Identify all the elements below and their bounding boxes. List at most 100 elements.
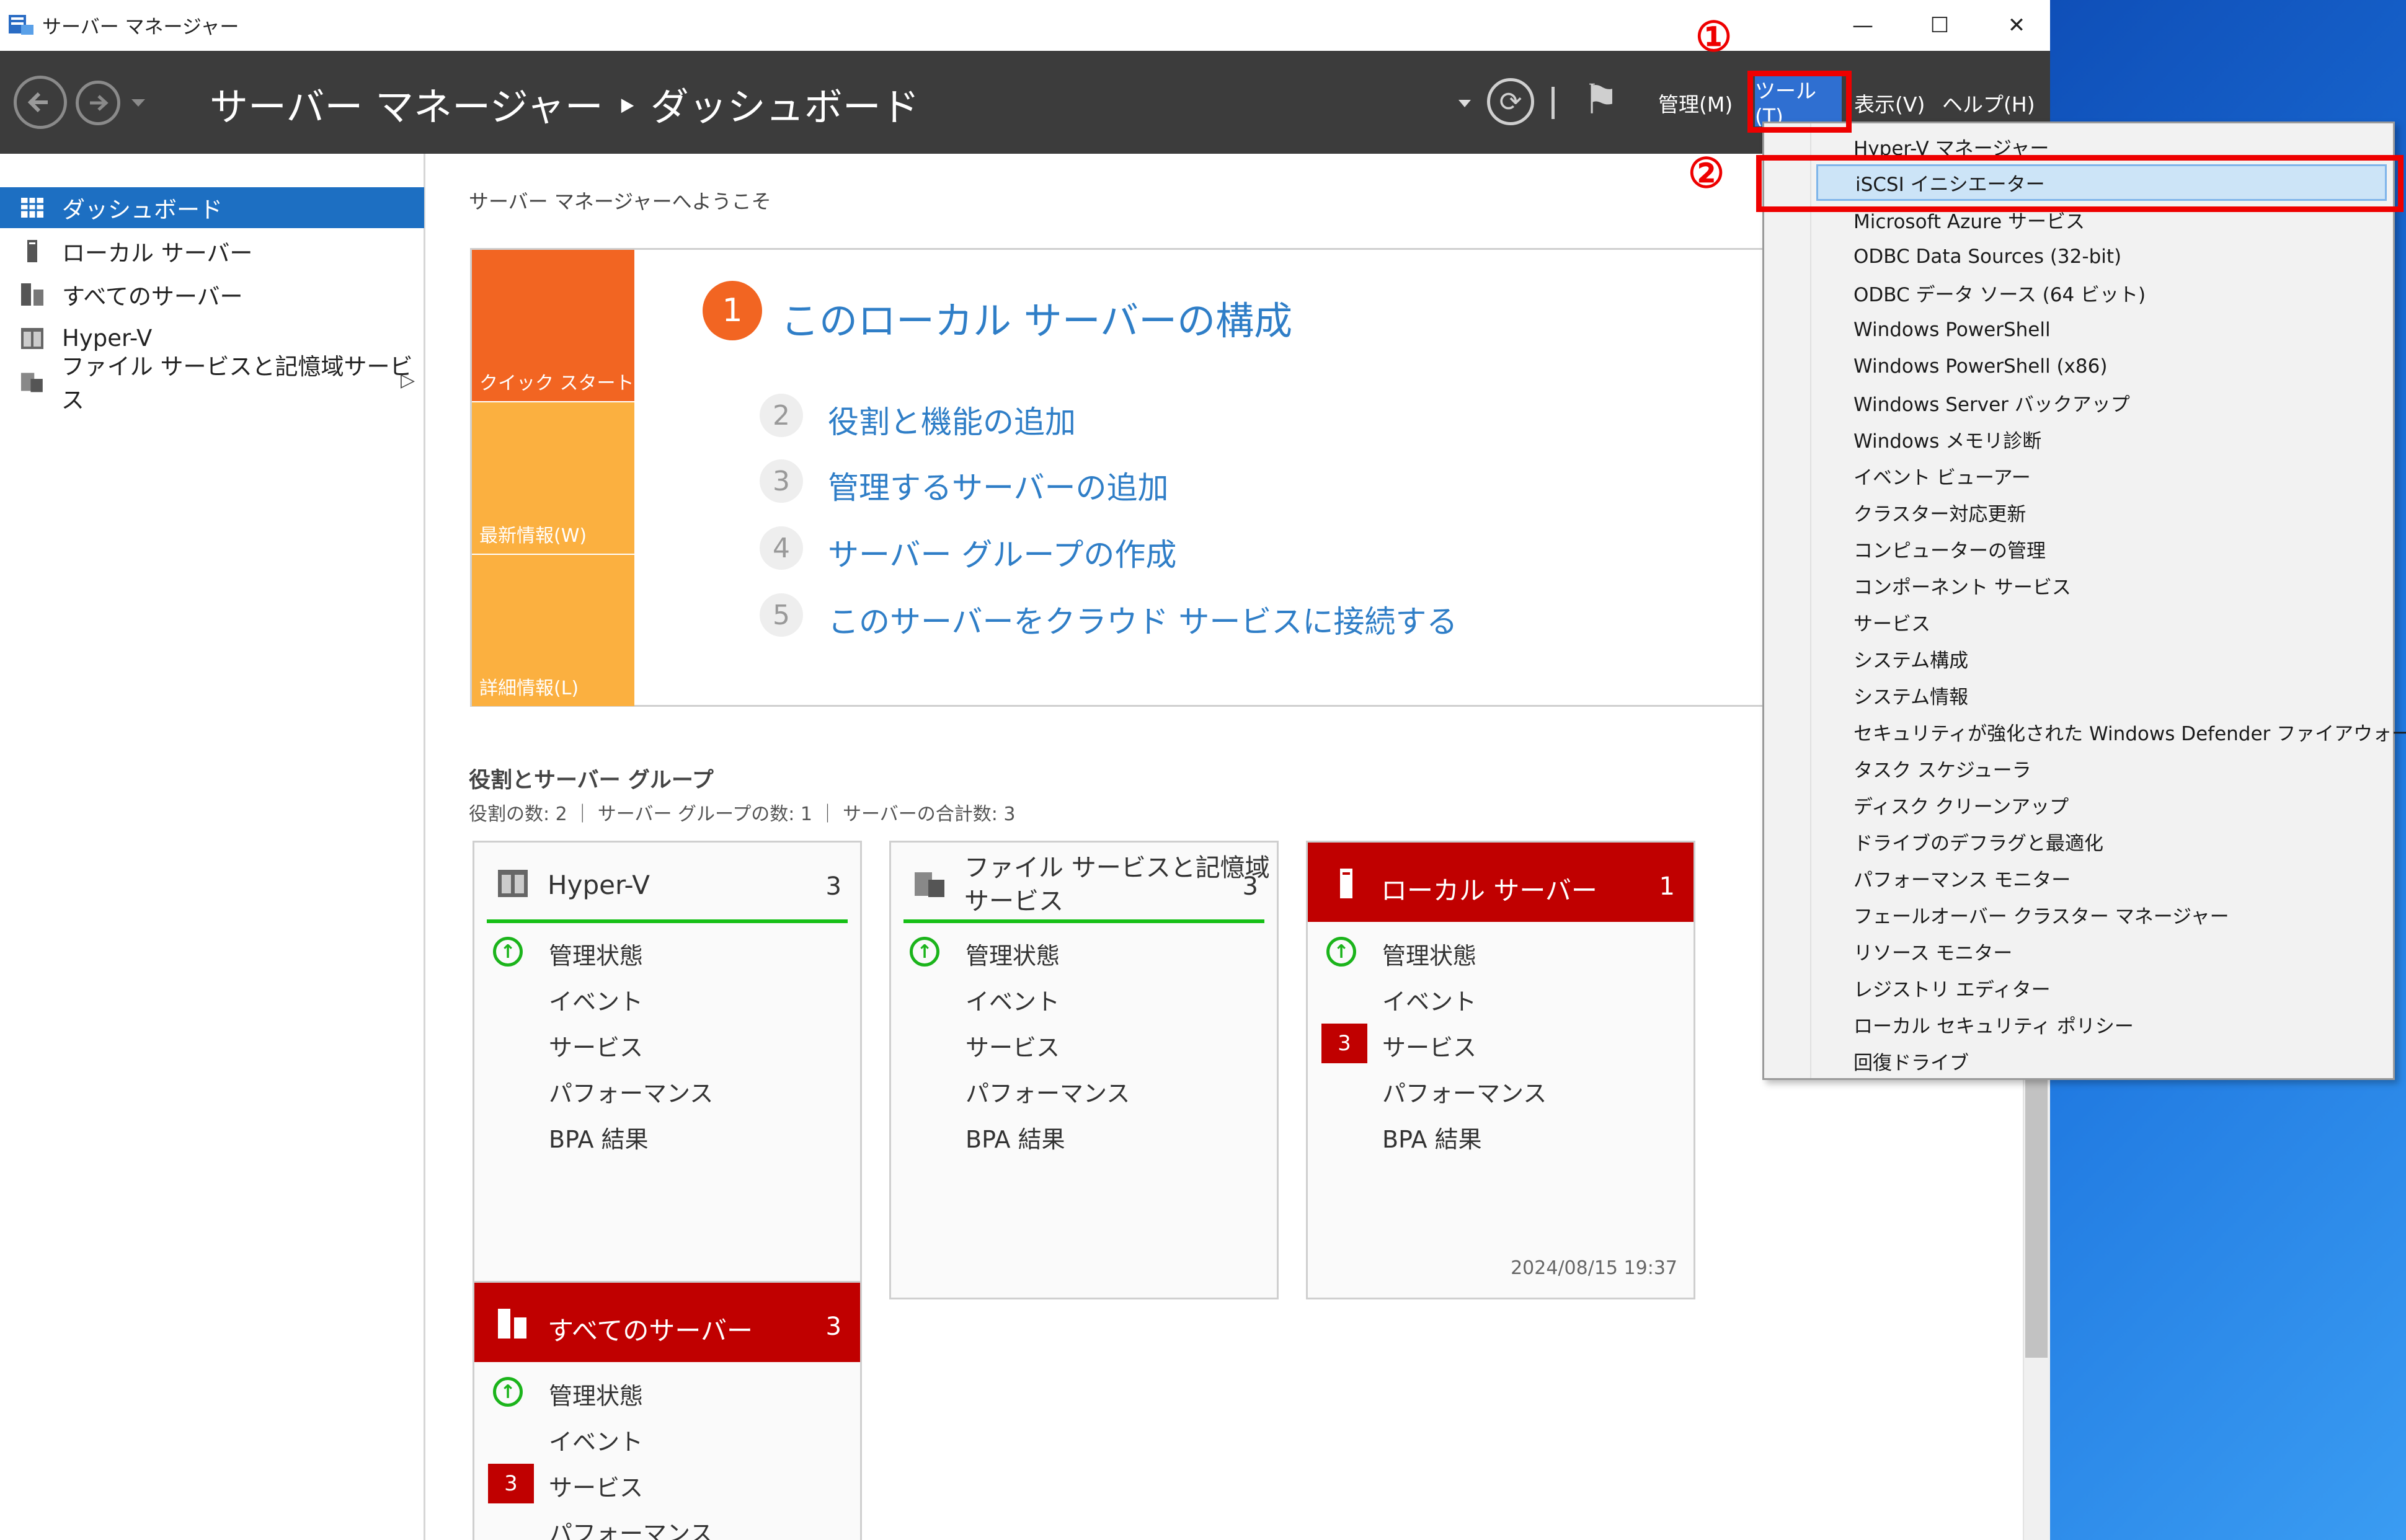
sidebar-item-file-services[interactable]: ファイル サービスと記憶域サービス ▷ bbox=[0, 353, 424, 414]
menu-item-task-scheduler[interactable]: タスク スケジューラ bbox=[1816, 750, 2387, 787]
minimize-button[interactable]: — bbox=[1824, 0, 1901, 51]
status-ok-icon: ↑ bbox=[1326, 937, 1356, 967]
sidebar-item-label: すべてのサーバー bbox=[62, 283, 243, 310]
menu-item-memory-diagnostic[interactable]: Windows メモリ診断 bbox=[1816, 421, 2387, 458]
menu-item-recovery-drive[interactable]: 回復ドライブ bbox=[1816, 1043, 2387, 1079]
header-bar: サーバー マネージャー ‣ ダッシュボード ⟳ ⚑ 管理(M) ツール(T) 表… bbox=[0, 51, 2050, 154]
menu-item-local-security-policy[interactable]: ローカル セキュリティ ポリシー bbox=[1816, 1006, 2387, 1043]
menu-item-defrag[interactable]: ドライブのデフラグと最適化 bbox=[1816, 823, 2387, 860]
menu-view[interactable]: 表示(V) bbox=[1854, 88, 1925, 118]
menu-item-failover-cluster-manager[interactable]: フェールオーバー クラスター マネージャー bbox=[1816, 896, 2387, 933]
forward-arrow-icon bbox=[90, 95, 109, 111]
card-row-services[interactable]: 3 サービス bbox=[474, 1460, 860, 1506]
menu-item-component-services[interactable]: コンポーネント サービス bbox=[1816, 567, 2387, 604]
card-title: Hyper-V bbox=[548, 870, 650, 900]
menu-item-odbc-32[interactable]: ODBC Data Sources (32-bit) bbox=[1816, 238, 2387, 275]
close-button[interactable]: ✕ bbox=[1978, 0, 2050, 51]
card-hyperv[interactable]: Hyper-V 3 ↑ 管理状態 イベント サービス パフォーマンス BPA 結果 bbox=[473, 841, 862, 1299]
card-all-servers[interactable]: すべてのサーバー 3 ↑ 管理状態 イベント 3 サービス パフォーマンス bbox=[473, 1281, 862, 1540]
menu-item-resource-monitor[interactable]: リソース モニター bbox=[1816, 933, 2387, 970]
menu-item-performance-monitor[interactable]: パフォーマンス モニター bbox=[1816, 860, 2387, 896]
menu-item-services[interactable]: サービス bbox=[1816, 604, 2387, 640]
menu-item-server-backup[interactable]: Windows Server バックアップ bbox=[1816, 384, 2387, 421]
refresh-icon[interactable]: ⟳ bbox=[1487, 78, 1534, 125]
card-row-performance[interactable]: パフォーマンス bbox=[474, 1506, 860, 1540]
step-add-roles-link[interactable]: 役割と機能の追加 bbox=[828, 397, 1076, 442]
tile-whats-new[interactable]: 最新情報(W) bbox=[472, 402, 634, 554]
card-row-services[interactable]: 3 サービス bbox=[1308, 1020, 1694, 1066]
card-row-manageability[interactable]: ↑ 管理状態 bbox=[1308, 928, 1694, 974]
menu-item-computer-management[interactable]: コンピューターの管理 bbox=[1816, 531, 2387, 567]
menu-icon-gutter bbox=[1764, 123, 1811, 1078]
card-count: 3 bbox=[825, 872, 841, 901]
tile-learn-more[interactable]: 詳細情報(L) bbox=[472, 555, 634, 706]
back-button[interactable] bbox=[14, 76, 67, 129]
card-file-services[interactable]: ファイル サービスと記憶域 サービス 3 ↑ 管理状態 イベント サービス パフォー… bbox=[889, 841, 1279, 1299]
dashboard-icon bbox=[21, 198, 43, 218]
menu-item-powershell-x86[interactable]: Windows PowerShell (x86) bbox=[1816, 348, 2387, 384]
sidebar-item-label: ダッシュボード bbox=[62, 197, 223, 223]
card-header: すべてのサーバー 3 bbox=[474, 1283, 860, 1362]
window-title: サーバー マネージャー bbox=[42, 16, 239, 38]
status-ok-icon: ↑ bbox=[493, 937, 523, 967]
card-row-performance[interactable]: パフォーマンス bbox=[1308, 1066, 1694, 1112]
menu-item-system-configuration[interactable]: システム構成 bbox=[1816, 640, 2387, 677]
forward-button[interactable] bbox=[76, 81, 120, 125]
sidebar-item-dashboard[interactable]: ダッシュボード bbox=[0, 187, 424, 228]
tools-dropdown-menu: Hyper-V マネージャー iSCSI イニシエーター Microsoft A… bbox=[1762, 122, 2406, 1080]
sidebar: ダッシュボード ローカル サーバー すべてのサーバー Hyper-V ファイル … bbox=[0, 154, 425, 1540]
refresh-dropdown-icon[interactable] bbox=[1457, 98, 1472, 109]
card-row-manageability[interactable]: ↑ 管理状態 bbox=[474, 928, 860, 974]
card-row-performance[interactable]: パフォーマンス bbox=[474, 1066, 860, 1112]
annotation-step-1: ① bbox=[1695, 12, 1733, 61]
card-row-events[interactable]: イベント bbox=[474, 974, 860, 1020]
menu-help[interactable]: ヘルプ(H) bbox=[1942, 88, 2035, 118]
card-row-bpa[interactable]: BPA 結果 bbox=[1308, 1112, 1694, 1157]
card-header: ローカル サーバー 1 bbox=[1308, 843, 1694, 922]
card-row-events[interactable]: イベント bbox=[891, 974, 1277, 1020]
card-row-manageability[interactable]: ↑ 管理状態 bbox=[474, 1368, 860, 1414]
history-dropdown-icon[interactable] bbox=[130, 97, 146, 109]
step-number-badge: 5 bbox=[760, 593, 803, 637]
card-row-manageability[interactable]: ↑ 管理状態 bbox=[891, 928, 1277, 974]
expand-chevron-icon[interactable]: ▷ bbox=[401, 370, 415, 391]
menu-item-system-information[interactable]: システム情報 bbox=[1816, 677, 2387, 714]
card-title: すべてのサーバー bbox=[548, 1316, 753, 1346]
notifications-flag-icon[interactable]: ⚑ bbox=[1583, 76, 1619, 123]
menu-item-powershell[interactable]: Windows PowerShell bbox=[1816, 311, 2387, 348]
step-create-group-link[interactable]: サーバー グループの作成 bbox=[828, 530, 1176, 575]
file-services-icon bbox=[915, 872, 944, 897]
file-services-icon bbox=[20, 373, 43, 392]
alert-count-badge: 3 bbox=[1321, 1024, 1367, 1063]
card-row-bpa[interactable]: BPA 結果 bbox=[474, 1112, 860, 1157]
card-local-server[interactable]: ローカル サーバー 1 ↑ 管理状態 イベント 3 サービス パフォーマンス BPA… bbox=[1306, 841, 1695, 1299]
card-row-bpa[interactable]: BPA 結果 bbox=[891, 1112, 1277, 1157]
menu-item-disk-cleanup[interactable]: ディスク クリーンアップ bbox=[1816, 787, 2387, 823]
step-configure-local-server-link[interactable]: このローカル サーバーの構成 bbox=[781, 290, 1292, 345]
roles-summary: 役割の数: 2 ｜ サーバー グループの数: 1 ｜ サーバーの合計数: 3 bbox=[469, 803, 1016, 825]
card-row-services[interactable]: サービス bbox=[474, 1020, 860, 1066]
menu-item-odbc-64[interactable]: ODBC データ ソース (64 ビット) bbox=[1816, 275, 2387, 311]
card-header: Hyper-V 3 bbox=[474, 843, 860, 922]
sidebar-item-local-server[interactable]: ローカル サーバー bbox=[0, 231, 424, 272]
breadcrumb: サーバー マネージャー ‣ ダッシュボード bbox=[210, 84, 920, 130]
menu-manage[interactable]: 管理(M) bbox=[1658, 88, 1733, 118]
sidebar-item-all-servers[interactable]: すべてのサーバー bbox=[0, 274, 424, 315]
card-row-services[interactable]: サービス bbox=[891, 1020, 1277, 1066]
menu-item-registry-editor[interactable]: レジストリ エディター bbox=[1816, 970, 2387, 1006]
step-add-servers-link[interactable]: 管理するサーバーの追加 bbox=[828, 463, 1169, 508]
step-number-badge: 4 bbox=[760, 526, 803, 570]
title-bar: サーバー マネージャー — ☐ ✕ bbox=[0, 0, 2050, 51]
card-row-events[interactable]: イベント bbox=[474, 1414, 860, 1460]
tile-quick-start[interactable]: クイック スタート(Q) bbox=[472, 250, 664, 401]
server-icon bbox=[27, 240, 37, 262]
maximize-button[interactable]: ☐ bbox=[1901, 0, 1978, 51]
card-row-performance[interactable]: パフォーマンス bbox=[891, 1066, 1277, 1112]
menu-item-event-viewer[interactable]: イベント ビューアー bbox=[1816, 458, 2387, 494]
step-connect-cloud-link[interactable]: このサーバーをクラウド サービスに接続する bbox=[828, 597, 1457, 642]
status-ok-icon: ↑ bbox=[493, 1377, 523, 1407]
menu-item-cluster-aware-updating[interactable]: クラスター対応更新 bbox=[1816, 494, 2387, 531]
menu-item-defender-firewall[interactable]: セキュリティが強化された Windows Defender ファイアウォール bbox=[1816, 714, 2406, 750]
server-icon bbox=[1340, 869, 1352, 898]
card-row-events[interactable]: イベント bbox=[1308, 974, 1694, 1020]
